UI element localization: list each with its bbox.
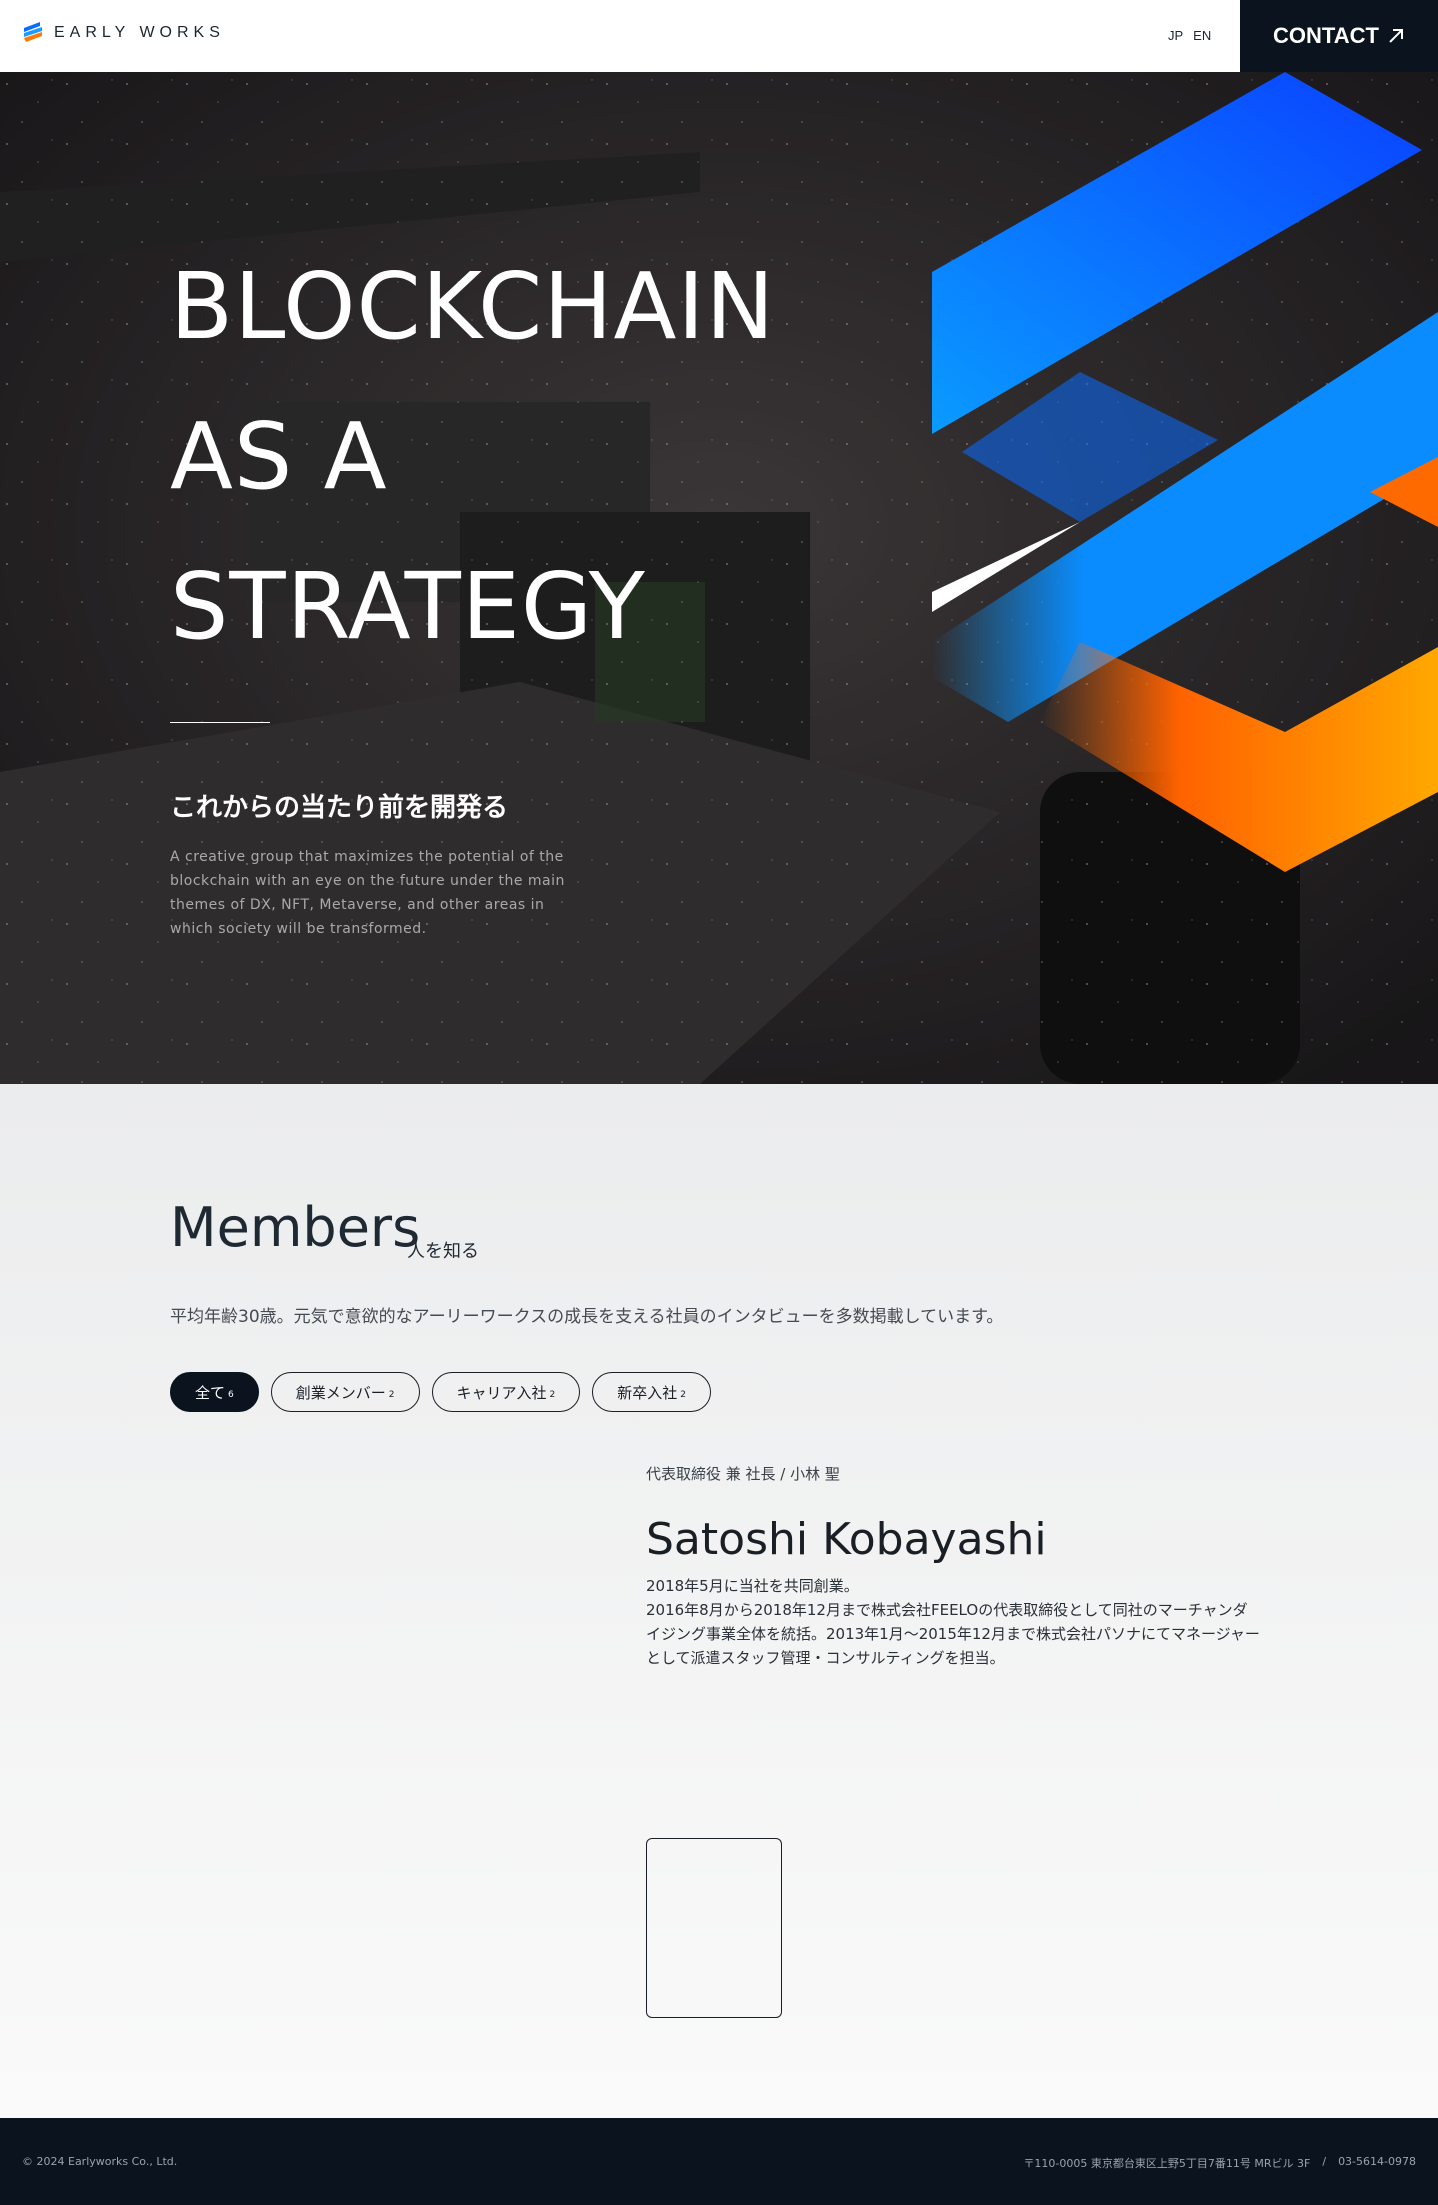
filter-label: 創業メンバー	[295, 1383, 386, 1402]
members-title: Members	[170, 1196, 421, 1259]
member-role: 代表取締役 兼 社長 / 小林 聖	[646, 1465, 840, 1483]
site-header: EARLY WORKS JP EN CONTACT	[0, 0, 1438, 72]
filter-founding-members[interactable]: 創業メンバー 2	[270, 1372, 420, 1412]
members-section: Members 人を知る 平均年齢30歳。元気で意欲的なアーリーワークスの成長を…	[0, 1084, 1438, 2118]
lang-jp[interactable]: JP	[1168, 28, 1183, 43]
member-name: Satoshi Kobayashi	[646, 1514, 1047, 1565]
filter-all[interactable]: 全て 6	[170, 1372, 259, 1412]
hero-divider	[170, 722, 270, 723]
filter-label: 全て	[195, 1383, 226, 1402]
hero-title: BLOCKCHAIN AS A STRATEGY	[170, 232, 775, 682]
filter-new-graduates[interactable]: 新卒入社 2	[592, 1372, 711, 1412]
hero-title-line: STRATEGY	[170, 553, 646, 660]
language-switcher: JP EN	[1168, 28, 1211, 43]
logo-text: EARLY WORKS	[54, 24, 225, 41]
address-text: 〒110-0005 東京都台東区上野5丁目7番11号 MRビル 3F	[1023, 2157, 1311, 2170]
hero-title-line: BLOCKCHAIN	[170, 253, 776, 360]
filter-career-hires[interactable]: キャリア入社 2	[431, 1372, 581, 1412]
member-bio-line: 2016年8月から2018年12月まで株式会社FEELOの代表取締役として同社の…	[646, 1601, 1260, 1667]
filter-count: 2	[388, 1390, 395, 1400]
external-arrow-icon	[1389, 29, 1403, 43]
logo-mark-icon	[24, 22, 42, 42]
address-separator: /	[1322, 2155, 1327, 2168]
filter-count: 6	[228, 1390, 234, 1400]
lang-en[interactable]: EN	[1193, 28, 1211, 43]
hero-description: A creative group that maximizes the pote…	[170, 849, 565, 937]
member-thumbnail-card[interactable]	[646, 1838, 782, 2018]
contact-button[interactable]: CONTACT	[1240, 0, 1438, 72]
members-title-jp: 人を知る	[407, 1241, 479, 1262]
copyright: © 2024 Earlyworks Co., Ltd.	[22, 2155, 178, 2168]
member-bio: 2018年5月に当社を共同創業。 2016年8月から2018年12月まで株式会社…	[646, 1574, 1262, 1670]
logo[interactable]: EARLY WORKS	[22, 22, 225, 44]
filter-label: キャリア入社	[456, 1383, 547, 1402]
member-filter-tabs: 全て 6 創業メンバー 2 キャリア入社 2 新卒入社 2	[170, 1372, 711, 1412]
contact-label: CONTACT	[1273, 23, 1379, 48]
company-address: 〒110-0005 東京都台東区上野5丁目7番11号 MRビル 3F / 03-…	[1023, 2155, 1416, 2171]
hero-title-line: AS A	[170, 403, 388, 510]
filter-count: 2	[549, 1390, 556, 1400]
phone-number[interactable]: 03-5614-0978	[1338, 2155, 1416, 2171]
members-intro: 平均年齢30歳。元気で意欲的なアーリーワークスの成長を支える社員のインタビューを…	[170, 1307, 1004, 1327]
hero-section: BLOCKCHAIN AS A STRATEGY これからの当たり前を開発る A…	[0, 72, 1438, 1084]
hero-subtitle: これからの当たり前を開発る	[170, 793, 509, 823]
filter-count: 2	[680, 1390, 686, 1400]
member-bio-line: 2018年5月に当社を共同創業。	[646, 1577, 859, 1595]
site-footer: © 2024 Earlyworks Co., Ltd. 〒110-0005 東京…	[0, 2118, 1438, 2205]
filter-label: 新卒入社	[617, 1383, 678, 1402]
